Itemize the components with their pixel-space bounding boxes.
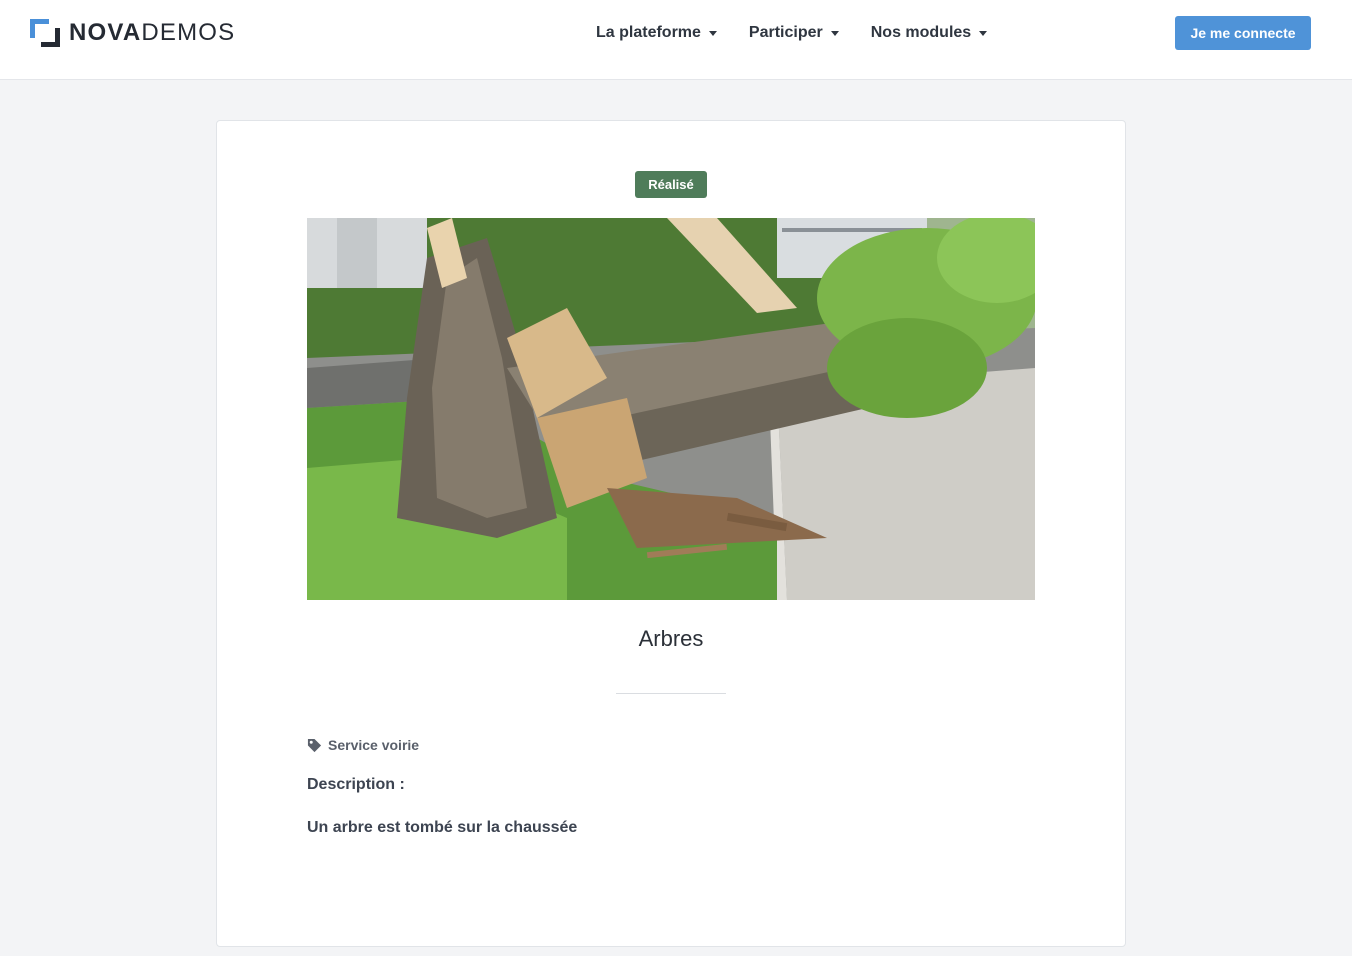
- service-label: Service voirie: [328, 737, 420, 753]
- description-text: Un arbre est tombé sur la chaussée: [307, 819, 578, 836]
- nav-item-label: Nos modules: [870, 24, 972, 41]
- login-button[interactable]: Je me connecte: [1175, 16, 1311, 50]
- chevron-down-icon: [979, 30, 988, 36]
- nav-item-modules[interactable]: Nos modules: [861, 24, 997, 42]
- main-nav: La plateforme Participer Nos modules: [586, 20, 1009, 46]
- logo-text: NOVADEMOS: [69, 19, 236, 46]
- fallen-tree-image: [307, 218, 1035, 600]
- report-card: Réalisé Arbres Service voirie Descriptio…: [216, 120, 1126, 947]
- nav-item-platform[interactable]: La plateforme: [586, 24, 727, 42]
- report-title: Arbres: [638, 626, 704, 651]
- logo-icon: [30, 19, 60, 47]
- service-tag: Service voirie: [307, 736, 419, 754]
- divider: [616, 693, 726, 694]
- nav-item-label: Participer: [748, 24, 823, 41]
- chevron-down-icon: [708, 30, 717, 36]
- nav-item-participate[interactable]: Participer: [739, 24, 849, 42]
- tag-icon: [307, 738, 322, 752]
- top-navbar: NOVADEMOS La plateforme Participer Nos m…: [0, 0, 1352, 80]
- chevron-down-icon: [830, 30, 839, 36]
- status-badge: Réalisé: [635, 171, 707, 198]
- logo-link[interactable]: NOVADEMOS: [30, 18, 235, 48]
- nav-item-label: La plateforme: [596, 24, 701, 41]
- report-photo[interactable]: [307, 218, 1035, 600]
- description-heading: Description :: [307, 776, 405, 793]
